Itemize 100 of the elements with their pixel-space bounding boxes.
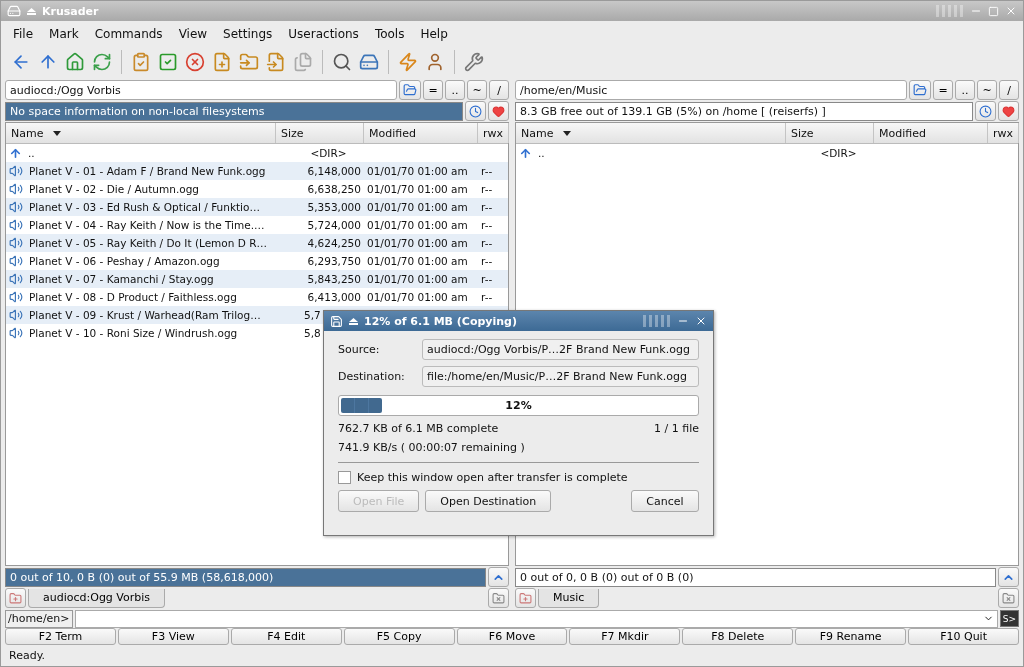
- sort-caret-icon: [563, 130, 572, 136]
- path-shortcut-button[interactable]: =: [423, 80, 443, 100]
- menu-item[interactable]: File: [7, 26, 44, 41]
- folder-x-icon: [492, 591, 505, 605]
- audio-file-icon: [9, 236, 23, 250]
- file-size: <DIR>: [819, 147, 858, 159]
- panel-tab[interactable]: Music: [538, 588, 600, 608]
- bookmarks-button[interactable]: [488, 101, 509, 121]
- audio-file-icon: [9, 308, 23, 322]
- file-row[interactable]: Planet V - 03 - Ed Rush & Optical / Funktio… 5,353,000 01/01/70 01:00 am r--: [6, 198, 508, 216]
- file-modified: 01/01/70 01:00 am: [366, 237, 469, 249]
- menu-item[interactable]: View: [172, 26, 218, 41]
- path-shortcut-button[interactable]: /: [489, 80, 509, 100]
- column-header[interactable]: Modified: [874, 123, 988, 143]
- popup-panel-button[interactable]: [998, 567, 1019, 587]
- bookmarks-button[interactable]: [998, 101, 1019, 121]
- column-header[interactable]: rwx: [478, 123, 510, 143]
- path-shortcut-button[interactable]: ~: [977, 80, 997, 100]
- file-modified: 01/01/70 01:00 am: [366, 165, 469, 177]
- close-tab-button[interactable]: [488, 588, 509, 608]
- title-pattern: [936, 5, 964, 17]
- pages-icon[interactable]: [293, 52, 313, 72]
- function-key[interactable]: F10 Quit: [908, 628, 1019, 645]
- close-button[interactable]: [695, 315, 707, 327]
- menu-item[interactable]: Commands: [88, 26, 173, 41]
- new-tab-button[interactable]: [515, 588, 536, 608]
- clock-icon: [469, 104, 482, 118]
- eject-icon: [349, 317, 358, 325]
- file-size: 6,148,000: [306, 165, 362, 177]
- function-key[interactable]: F6 Move: [456, 628, 568, 645]
- terminal-button[interactable]: S>: [999, 610, 1019, 627]
- file-modified: 01/01/70 01:00 am: [366, 183, 469, 195]
- new-file-icon[interactable]: [212, 52, 232, 72]
- column-header[interactable]: Size: [276, 123, 364, 143]
- function-key[interactable]: F9 Rename: [795, 628, 907, 645]
- folder-arrow-icon[interactable]: [239, 52, 259, 72]
- menu-item[interactable]: Useractions: [282, 26, 369, 41]
- function-key[interactable]: F7 Mkdir: [569, 628, 681, 645]
- menu-item[interactable]: Mark: [43, 26, 89, 41]
- free-space-bar: 8.3 GB free out of 139.1 GB (5%) on /home [ (reiserfs) ]: [515, 101, 973, 121]
- close-button[interactable]: [1005, 5, 1017, 17]
- panel-view-button[interactable]: [399, 80, 421, 100]
- path-shortcut-button[interactable]: =: [933, 80, 953, 100]
- check-icon[interactable]: [158, 52, 178, 72]
- command-field[interactable]: [74, 609, 998, 628]
- destination-field: file:/home/en/Music/P…2F Brand New Funk.ogg: [422, 366, 699, 387]
- keep-open-checkbox[interactable]: [338, 471, 351, 484]
- new-tab-button[interactable]: [5, 588, 26, 608]
- heart-icon: [1002, 104, 1015, 118]
- path-shortcut-button[interactable]: ~: [467, 80, 487, 100]
- file-row[interactable]: Planet V - 05 - Ray Keith / Do It (Lemon D R… 4,624,250 01/01/70 01:00 am r--: [6, 234, 508, 252]
- file-permissions: r--: [480, 237, 494, 249]
- function-key[interactable]: F2 Term: [5, 628, 116, 645]
- history-button[interactable]: [465, 101, 486, 121]
- file-modified: 01/01/70 01:00 am: [366, 219, 469, 231]
- path-field[interactable]: /home/en/Music: [515, 80, 907, 100]
- file-permissions: r--: [480, 183, 494, 195]
- panel-view-button[interactable]: [909, 80, 931, 100]
- panel-tab[interactable]: audiocd:Ogg Vorbis: [28, 588, 166, 608]
- function-key[interactable]: F4 Edit: [230, 628, 342, 645]
- column-header[interactable]: Modified: [364, 123, 478, 143]
- path-shortcut-button[interactable]: /: [999, 80, 1019, 100]
- function-key[interactable]: F3 View: [117, 628, 229, 645]
- file-row[interactable]: Planet V - 07 - Kamanchi / Stay.ogg 5,843,250 01/01/70 01:00 am r--: [6, 270, 508, 288]
- home-icon[interactable]: [65, 52, 85, 72]
- user-icon[interactable]: [425, 52, 445, 72]
- column-header[interactable]: rwx: [988, 123, 1020, 143]
- path-shortcut-button[interactable]: ..: [955, 80, 975, 100]
- search-icon[interactable]: [332, 52, 352, 72]
- maximize-button[interactable]: [988, 5, 999, 17]
- audio-file-icon: [9, 200, 23, 214]
- file-size: 6,413,000: [306, 291, 362, 303]
- column-header[interactable]: Name: [516, 123, 786, 143]
- wrench-icon[interactable]: [464, 52, 484, 72]
- column-header[interactable]: Name: [6, 123, 276, 143]
- column-header[interactable]: Size: [786, 123, 874, 143]
- function-key[interactable]: F5 Copy: [343, 628, 455, 645]
- cancel-button[interactable]: Cancel: [631, 490, 699, 512]
- menu-item[interactable]: Tools: [368, 26, 415, 41]
- menu-item[interactable]: Settings: [217, 26, 283, 41]
- audio-file-icon: [9, 254, 23, 268]
- parent-folder-icon: [9, 146, 22, 160]
- history-button[interactable]: [975, 101, 996, 121]
- menu-item[interactable]: Help: [414, 26, 458, 41]
- path-shortcut-button[interactable]: ..: [445, 80, 465, 100]
- refresh-icon[interactable]: [92, 52, 112, 72]
- clipboard-check-icon[interactable]: [131, 52, 151, 72]
- close-tab-button[interactable]: [998, 588, 1019, 608]
- lightning-icon[interactable]: [398, 52, 418, 72]
- function-key[interactable]: F8 Delete: [682, 628, 794, 645]
- file-permissions: r--: [480, 273, 494, 285]
- file-arrow-icon[interactable]: [266, 52, 286, 72]
- delete-icon[interactable]: [185, 52, 205, 72]
- file-row[interactable]: Planet V - 01 - Adam F / Brand New Funk.ogg 6,148,000 01/01/70 01:00 am r--: [6, 162, 508, 180]
- file-size: 5,353,000: [306, 201, 362, 213]
- path-field[interactable]: audiocd:/Ogg Vorbis: [5, 80, 397, 100]
- popup-panel-button[interactable]: [488, 567, 509, 587]
- file-size: 6,638,250: [306, 183, 362, 195]
- dialog-button[interactable]: Open Destination: [425, 490, 552, 512]
- drive-icon[interactable]: [359, 52, 379, 72]
